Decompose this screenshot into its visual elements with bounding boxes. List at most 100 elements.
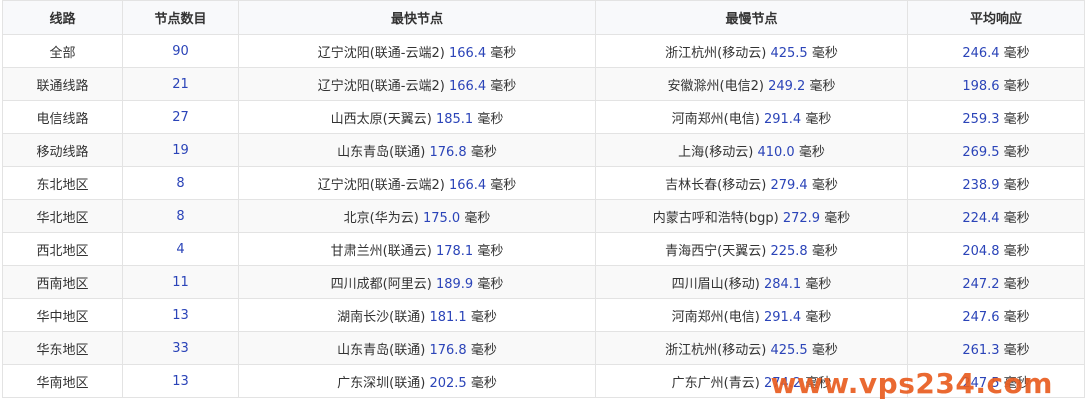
slowest-node-cell: 河南郑州(电信) 291.4 毫秒: [595, 100, 908, 134]
route-label: 西北地区: [36, 243, 89, 259]
route-cell: 华北地区: [2, 199, 123, 233]
slowest-node-ms: 249.2: [768, 78, 806, 94]
slowest-node-ms: 291.4: [763, 111, 802, 127]
average-response-cell: 259.3 毫秒: [907, 100, 1085, 134]
route-label: 全部: [49, 45, 76, 61]
fastest-node-name: 辽宁沈阳(联通-云端2): [317, 177, 445, 193]
route-label: 东北地区: [36, 177, 89, 193]
slowest-node-ms: 272.9: [782, 210, 821, 226]
fastest-node-cell: 甘肃兰州(联通云) 178.1 毫秒: [238, 232, 596, 266]
header-average-response: 平均响应: [907, 0, 1085, 35]
node-count-cell: 90: [122, 34, 239, 68]
average-response-ms: 246.4: [962, 45, 1000, 61]
fastest-node-name: 辽宁沈阳(联通-云端2): [317, 45, 445, 61]
fastest-node-name: 辽宁沈阳(联通-云端2): [317, 78, 445, 94]
route-cell: 华南地区: [2, 364, 123, 398]
unit-label: 毫秒: [811, 243, 838, 259]
fastest-node-name: 山东青岛(联通): [337, 342, 426, 358]
header-route: 线路: [2, 0, 123, 35]
node-count-value: 33: [172, 340, 189, 356]
unit-label: 毫秒: [490, 45, 517, 61]
average-response-ms: 259.3: [962, 111, 1000, 127]
unit-label: 毫秒: [1003, 45, 1030, 61]
slowest-node-ms: 425.5: [770, 45, 808, 61]
slowest-node-name: 内蒙古呼和浩特(bgp): [652, 210, 779, 226]
slowest-node-name: 浙江杭州(移动云): [665, 342, 767, 358]
route-cell: 西南地区: [2, 265, 123, 299]
average-response-cell: 204.8 毫秒: [907, 232, 1085, 266]
unit-label: 毫秒: [464, 210, 491, 226]
fastest-node-ms: 176.8: [429, 144, 467, 160]
fastest-node-name: 四川成都(阿里云): [330, 276, 432, 292]
unit-label: 毫秒: [1003, 342, 1030, 358]
average-response-ms: 269.5: [962, 144, 1000, 160]
table-row: 西南地区 11 四川成都(阿里云) 189.9 毫秒 四川眉山(移动) 284.1 毫…: [2, 265, 1085, 299]
table-row: 联通线路 21 辽宁沈阳(联通-云端2) 166.4 毫秒 安徽滁州(电信2) 249…: [2, 67, 1085, 101]
node-count-cell: 27: [122, 100, 239, 134]
slowest-node-name: 河南郑州(电信): [671, 309, 760, 325]
node-count-cell: 11: [122, 265, 239, 299]
node-count-value: 19: [172, 142, 189, 158]
average-response-cell: 224.4 毫秒: [907, 199, 1085, 233]
route-cell: 电信线路: [2, 100, 123, 134]
table-body: 全部 90 辽宁沈阳(联通-云端2) 166.4 毫秒 浙江杭州(移动云) 425.5…: [2, 34, 1085, 398]
average-response-cell: 247.6 毫秒: [907, 298, 1085, 332]
unit-label: 毫秒: [1003, 309, 1030, 325]
header-slowest-node: 最慢节点: [595, 0, 908, 35]
route-label: 华中地区: [36, 309, 89, 325]
unit-label: 毫秒: [1003, 78, 1030, 94]
unit-label: 毫秒: [1003, 111, 1030, 127]
node-count-value: 13: [172, 307, 189, 323]
route-cell: 移动线路: [2, 133, 123, 167]
route-label: 移动线路: [36, 144, 89, 160]
node-count-value: 13: [172, 373, 189, 389]
fastest-node-cell: 广东深圳(联通) 202.5 毫秒: [238, 364, 596, 398]
table-row: 移动线路 19 山东青岛(联通) 176.8 毫秒 上海(移动云) 410.0 毫秒 2…: [2, 133, 1085, 167]
route-cell: 西北地区: [2, 232, 123, 266]
fastest-node-ms: 166.4: [448, 45, 487, 61]
unit-label: 毫秒: [811, 45, 838, 61]
route-cell: 华东地区: [2, 331, 123, 365]
unit-label: 毫秒: [477, 243, 504, 259]
node-count-value: 21: [172, 76, 189, 92]
average-response-ms: 204.8: [962, 243, 1000, 259]
table-row: 华东地区 33 山东青岛(联通) 176.8 毫秒 浙江杭州(移动云) 425.5 毫…: [2, 331, 1085, 365]
route-cell: 东北地区: [2, 166, 123, 200]
node-count-cell: 13: [122, 298, 239, 332]
unit-label: 毫秒: [1003, 375, 1030, 391]
fastest-node-cell: 北京(华为云) 175.0 毫秒: [238, 199, 596, 233]
fastest-node-name: 山东青岛(联通): [337, 144, 426, 160]
slowest-node-cell: 四川眉山(移动) 284.1 毫秒: [595, 265, 908, 299]
unit-label: 毫秒: [811, 177, 838, 193]
slowest-node-ms: 279.4: [770, 177, 808, 193]
route-label: 联通线路: [36, 78, 89, 94]
fastest-node-ms: 166.4: [448, 78, 487, 94]
slowest-node-ms: 284.1: [763, 276, 802, 292]
unit-label: 毫秒: [470, 342, 497, 358]
unit-label: 毫秒: [490, 177, 517, 193]
fastest-node-name: 北京(华为云): [343, 210, 419, 226]
fastest-node-ms: 202.5: [429, 375, 467, 391]
node-count-cell: 21: [122, 67, 239, 101]
table-row: 华南地区 13 广东深圳(联通) 202.5 毫秒 广东广州(青云) 274.2 毫秒…: [2, 364, 1085, 398]
unit-label: 毫秒: [470, 309, 497, 325]
slowest-node-cell: 安徽滁州(电信2) 249.2 毫秒: [595, 67, 908, 101]
slowest-node-cell: 内蒙古呼和浩特(bgp) 272.9 毫秒: [595, 199, 908, 233]
node-count-cell: 4: [122, 232, 239, 266]
slowest-node-ms: 225.8: [770, 243, 808, 259]
fastest-node-cell: 辽宁沈阳(联通-云端2) 166.4 毫秒: [238, 166, 596, 200]
route-label: 电信线路: [36, 111, 89, 127]
fastest-node-cell: 辽宁沈阳(联通-云端2) 166.4 毫秒: [238, 34, 596, 68]
unit-label: 毫秒: [805, 111, 832, 127]
header-fastest-node: 最快节点: [238, 0, 596, 35]
slowest-node-cell: 浙江杭州(移动云) 425.5 毫秒: [595, 331, 908, 365]
fastest-node-ms: 178.1: [435, 243, 474, 259]
unit-label: 毫秒: [811, 342, 838, 358]
node-count-value: 11: [172, 274, 189, 290]
average-response-ms: 247.5: [962, 375, 1000, 391]
unit-label: 毫秒: [824, 210, 851, 226]
node-count-cell: 8: [122, 166, 239, 200]
unit-label: 毫秒: [1003, 177, 1030, 193]
route-cell: 华中地区: [2, 298, 123, 332]
table-row: 华中地区 13 湖南长沙(联通) 181.1 毫秒 河南郑州(电信) 291.4 毫秒…: [2, 298, 1085, 332]
